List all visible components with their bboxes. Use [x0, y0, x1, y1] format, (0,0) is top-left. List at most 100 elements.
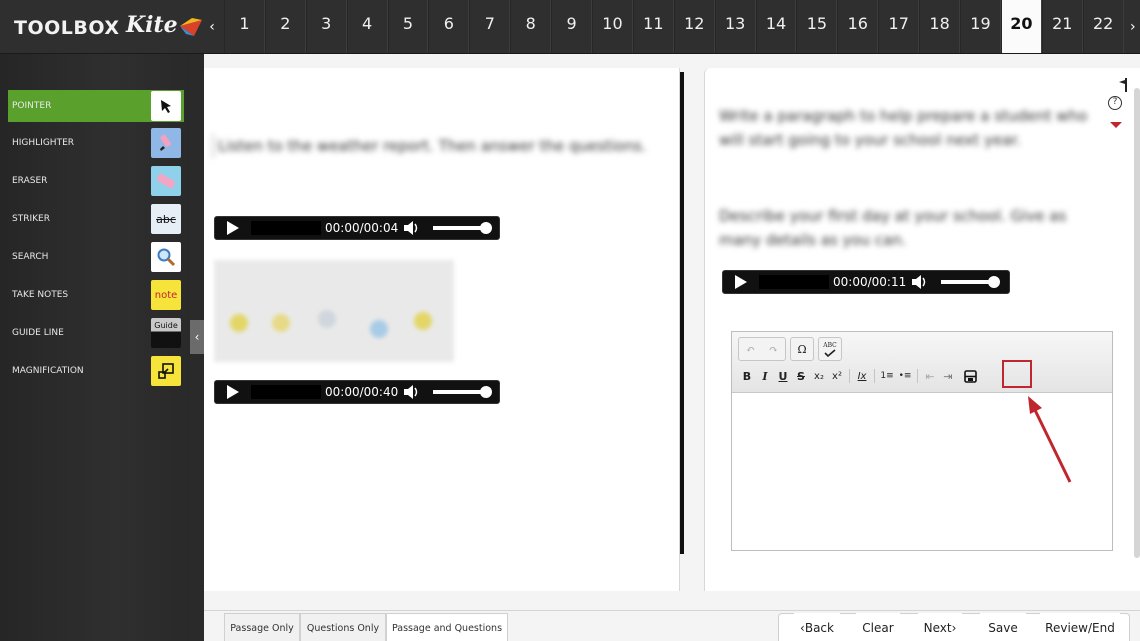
audio-progress-track[interactable]: [759, 275, 829, 289]
superscript-button[interactable]: x²: [828, 365, 846, 387]
audio-progress-track[interactable]: [251, 221, 321, 235]
spellcheck-check-mark: [824, 348, 836, 357]
volume-slider[interactable]: [941, 276, 1000, 288]
volume-slider[interactable]: [433, 386, 492, 398]
volume-icon[interactable]: [403, 382, 423, 402]
toolbar-separator: [917, 369, 918, 383]
tool-take-notes[interactable]: TAKE NOTES note: [8, 279, 184, 311]
question-number-16[interactable]: 16: [837, 0, 879, 53]
undo-icon[interactable]: ↶: [739, 338, 762, 360]
tool-label: TAKE NOTES: [12, 290, 69, 300]
spellcheck-label: ABC: [823, 341, 837, 349]
audio-time: 00:00/00:40: [325, 385, 399, 399]
toolbox-title: TOOLBOX: [14, 17, 120, 39]
annotation-arrow-icon: [1028, 396, 1072, 483]
question-number-1[interactable]: 1: [224, 0, 265, 53]
italic-button[interactable]: I: [756, 365, 774, 387]
question-number-8[interactable]: 8: [510, 0, 552, 53]
question-number-12[interactable]: 12: [673, 0, 715, 53]
back-button[interactable]: ‹Back: [794, 613, 840, 641]
sidebar-collapse-button[interactable]: ‹: [190, 320, 204, 354]
guide-line-icon: Guide: [151, 318, 181, 348]
subscript-button[interactable]: x₂: [810, 365, 828, 387]
tool-eraser[interactable]: ERASER: [8, 165, 184, 197]
passage-audio-player-1: 00:00/00:04: [214, 216, 500, 240]
panel-splitter[interactable]: [680, 72, 684, 554]
question-number-2[interactable]: 2: [264, 0, 306, 53]
toolbox-sidebar: POINTER HIGHLIGHTER ERASER STRIKER abc S…: [0, 54, 190, 641]
spellcheck-icon[interactable]: ABC: [819, 338, 841, 360]
question-number-14[interactable]: 14: [755, 0, 797, 53]
audio-progress-track[interactable]: [251, 385, 321, 399]
audio-time: 00:00/00:11: [833, 275, 907, 289]
volume-icon[interactable]: [911, 272, 931, 292]
question-number-13[interactable]: 13: [714, 0, 756, 53]
play-icon[interactable]: [215, 380, 251, 404]
question-number-17[interactable]: 17: [878, 0, 920, 53]
tool-label: POINTER: [12, 101, 52, 111]
tool-striker[interactable]: STRIKER abc: [8, 203, 184, 235]
save-button[interactable]: Save: [980, 613, 1026, 641]
underline-button[interactable]: U: [774, 365, 792, 387]
question-number-11[interactable]: 11: [632, 0, 674, 53]
tab-questions-only[interactable]: Questions Only: [300, 613, 386, 641]
volume-slider-knob[interactable]: [988, 276, 1000, 288]
question-nav-next-button[interactable]: ›: [1130, 16, 1140, 38]
help-dropdown-icon[interactable]: [1110, 122, 1122, 128]
tool-pointer[interactable]: POINTER: [8, 90, 184, 122]
bold-button[interactable]: B: [738, 365, 756, 387]
question-number-15[interactable]: 15: [796, 0, 838, 53]
volume-slider-knob[interactable]: [480, 222, 492, 234]
tool-search[interactable]: SEARCH: [8, 241, 184, 273]
weather-symbol: [230, 314, 248, 332]
question-number-5[interactable]: 5: [387, 0, 429, 53]
question-number-22[interactable]: 22: [1082, 0, 1124, 53]
question-nav-prev-button[interactable]: ‹: [204, 16, 220, 38]
question-number-10[interactable]: 10: [592, 0, 633, 53]
pin-icon[interactable]: [1119, 78, 1129, 92]
question-number-19[interactable]: 19: [960, 0, 1001, 53]
tool-label: HIGHLIGHTER: [12, 138, 75, 148]
tool-label: GUIDE LINE: [12, 328, 64, 338]
question-number-20[interactable]: 20: [1000, 0, 1042, 53]
tool-guide-line[interactable]: GUIDE LINE Guide: [8, 317, 184, 349]
remove-format-button[interactable]: Ix: [853, 365, 871, 387]
decrease-indent-button[interactable]: ⇤: [921, 365, 939, 387]
review-end-button[interactable]: Review/End: [1040, 613, 1120, 641]
special-character-icon[interactable]: Ω: [791, 338, 813, 360]
play-icon[interactable]: [215, 216, 251, 240]
question-number-9[interactable]: 9: [551, 0, 593, 53]
bulleted-list-button[interactable]: •≡: [896, 365, 914, 387]
help-icon[interactable]: ?: [1108, 96, 1122, 110]
numbered-list-button[interactable]: 1≡: [878, 365, 896, 387]
next-button[interactable]: Next›: [918, 613, 962, 641]
tool-highlighter[interactable]: HIGHLIGHTER: [8, 127, 184, 159]
question-panel-scrollbar[interactable]: [1134, 88, 1140, 558]
volume-slider[interactable]: [433, 222, 492, 234]
tab-passage-only[interactable]: Passage Only: [224, 613, 300, 641]
tool-magnification[interactable]: MAGNIFICATION: [8, 355, 184, 387]
play-icon[interactable]: [723, 270, 759, 294]
increase-indent-button[interactable]: ⇥: [939, 365, 957, 387]
kite-logo-mark-icon: [180, 18, 202, 36]
volume-icon[interactable]: [403, 218, 423, 238]
question-number-7[interactable]: 7: [469, 0, 511, 53]
volume-slider-knob[interactable]: [480, 386, 492, 398]
tab-passage-and-questions[interactable]: Passage and Questions: [386, 613, 508, 641]
note-icon: note: [151, 280, 181, 310]
save-icon[interactable]: [961, 365, 979, 387]
question-number-6[interactable]: 6: [428, 0, 470, 53]
special-char-group: Ω: [790, 337, 814, 361]
question-number-18[interactable]: 18: [919, 0, 961, 53]
weather-symbol: [272, 314, 290, 332]
strikethrough-button[interactable]: S: [792, 365, 810, 387]
toolbar-separator: [849, 369, 850, 383]
save-button-highlight-box: [1002, 360, 1032, 388]
question-number-3[interactable]: 3: [305, 0, 347, 53]
clear-button[interactable]: Clear: [856, 613, 900, 641]
question-number-21[interactable]: 21: [1041, 0, 1083, 53]
redo-icon[interactable]: ↷: [762, 338, 785, 360]
magnification-icon: [151, 356, 181, 386]
toolbar-separator: [874, 369, 875, 383]
question-number-4[interactable]: 4: [346, 0, 388, 53]
